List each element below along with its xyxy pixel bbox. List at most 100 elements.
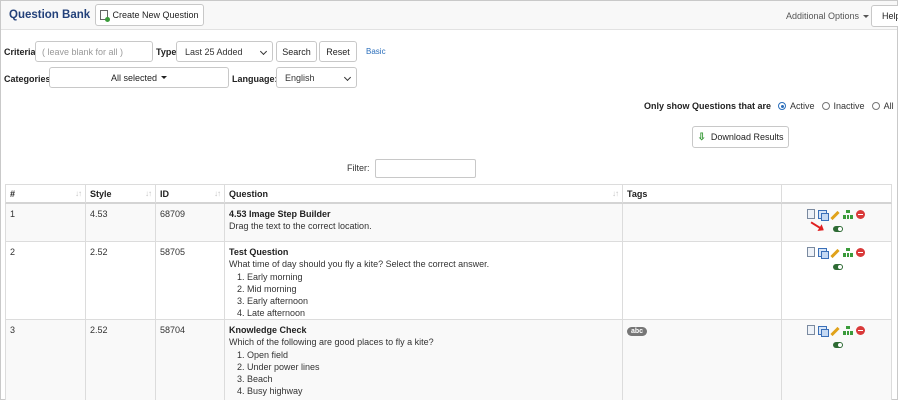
top-bar: Question Bank Create New Question Additi… [1, 1, 898, 30]
cell-question: Knowledge Check Which of the following a… [225, 320, 623, 400]
search-button[interactable]: Search [276, 41, 317, 62]
radio-active-label[interactable]: Active [790, 101, 815, 111]
hierarchy-icon[interactable] [843, 325, 853, 335]
answer-item: Late afternoon [247, 307, 622, 319]
question-title[interactable]: Knowledge Check [229, 325, 622, 335]
additional-options-menu[interactable]: Additional Options [786, 11, 870, 21]
edit-pencil-icon[interactable] [830, 326, 840, 337]
answer-item: Under power lines [247, 361, 622, 373]
answer-item: Beach [247, 373, 622, 385]
column-header-actions [782, 185, 892, 203]
cell-id: 58705 [156, 242, 225, 319]
criteria-label: Criteria [4, 47, 36, 57]
column-header-id[interactable]: ID ↓↑ [156, 185, 225, 203]
cell-id: 58704 [156, 320, 225, 400]
active-toggle[interactable] [833, 264, 843, 270]
answer-list: Open field Under power lines Beach Busy … [229, 349, 622, 397]
active-toggle[interactable] [833, 226, 843, 232]
sort-icon: ↓↑ [612, 189, 619, 198]
column-header-number[interactable]: # ↓↑ [6, 185, 86, 203]
column-number-label: # [10, 189, 16, 199]
cell-tags [623, 242, 782, 319]
answer-item: Mid morning [247, 283, 622, 295]
filter-label: Filter: [347, 163, 370, 173]
status-filter-label: Only show Questions that are [644, 101, 772, 111]
cell-style: 2.52 [86, 242, 156, 319]
new-document-icon [100, 10, 111, 22]
hierarchy-icon[interactable] [843, 209, 853, 219]
criteria-input[interactable]: ( leave blank for all ) [35, 41, 153, 62]
cell-actions [782, 320, 892, 400]
chevron-down-icon [343, 73, 352, 82]
column-header-style[interactable]: Style ↓↑ [86, 185, 156, 203]
radio-active[interactable] [778, 102, 787, 110]
cell-tags: abc [623, 320, 782, 400]
copy-icon[interactable] [818, 247, 829, 259]
type-label: Type [156, 47, 177, 57]
radio-all[interactable] [871, 102, 880, 110]
page-title: Question Bank [9, 9, 91, 21]
sort-icon: ↓↑ [75, 189, 82, 198]
type-select[interactable]: Last 25 Added [176, 41, 273, 62]
reset-button[interactable]: Reset [319, 41, 357, 62]
column-header-question[interactable]: Question ↓↑ [225, 185, 623, 203]
radio-inactive[interactable] [821, 102, 830, 110]
column-tags-label: Tags [627, 189, 648, 199]
chevron-down-icon [259, 47, 268, 56]
cell-style: 2.52 [86, 320, 156, 400]
row-actions [807, 247, 877, 270]
sort-icon: ↓↑ [214, 189, 221, 198]
radio-inactive-label[interactable]: Inactive [834, 101, 865, 111]
caret-down-icon [161, 76, 168, 79]
filter-input[interactable] [375, 159, 476, 178]
question-title[interactable]: 4.53 Image Step Builder [229, 209, 622, 219]
hierarchy-icon[interactable] [843, 247, 853, 257]
question-text: Which of the following are good places t… [229, 337, 434, 347]
download-results-button[interactable]: ⇩ Download Results [692, 126, 789, 148]
cell-style: 4.53 [86, 204, 156, 241]
table-row: 3 2.52 58704 Knowledge Check Which of th… [5, 320, 892, 400]
copy-icon[interactable] [818, 209, 829, 221]
column-id-label: ID [160, 189, 169, 199]
question-text: Drag the text to the correct location. [229, 221, 372, 231]
cell-actions [782, 204, 892, 241]
preview-icon[interactable] [807, 247, 815, 257]
table-row: 1 4.53 68709 4.53 Image Step Builder Dra… [5, 204, 892, 242]
download-arrow-icon: ⇩ [697, 131, 706, 143]
copy-icon[interactable] [818, 325, 829, 337]
question-text: What time of day should you fly a kite? … [229, 259, 490, 269]
create-new-question-button[interactable]: Create New Question [95, 4, 204, 26]
cell-number: 1 [6, 204, 86, 241]
answer-item: Busy highway [247, 385, 622, 397]
radio-all-label[interactable]: All [884, 101, 894, 111]
edit-pencil-icon[interactable] [830, 210, 840, 221]
language-select-value: English [285, 72, 315, 83]
active-toggle[interactable] [833, 342, 843, 348]
delete-icon[interactable] [856, 247, 865, 257]
preview-icon[interactable] [807, 209, 815, 219]
status-filter: Only show Questions that are Active Inac… [644, 101, 894, 111]
language-label: Language: [232, 74, 278, 84]
table-row: 2 2.52 58705 Test Question What time of … [5, 242, 892, 320]
basic-link[interactable]: Basic [366, 47, 386, 56]
row-actions [807, 325, 877, 348]
cell-question: Test Question What time of day should yo… [225, 242, 623, 319]
help-button[interactable]: Help [871, 5, 898, 27]
sort-icon: ↓↑ [145, 189, 152, 198]
edit-pencil-icon[interactable] [830, 248, 840, 259]
column-question-label: Question [229, 189, 269, 199]
categories-value: All selected [110, 72, 158, 83]
type-select-value: Last 25 Added [185, 46, 243, 57]
language-select[interactable]: English [276, 67, 357, 88]
cell-tags [623, 204, 782, 241]
answer-item: Early afternoon [247, 295, 622, 307]
question-title[interactable]: Test Question [229, 247, 622, 257]
preview-icon[interactable] [807, 325, 815, 335]
cell-id: 68709 [156, 204, 225, 241]
tag-badge[interactable]: abc [627, 327, 648, 336]
delete-icon[interactable] [856, 209, 865, 219]
additional-options-label: Additional Options [786, 11, 860, 21]
delete-icon[interactable] [856, 325, 865, 335]
categories-dropdown[interactable]: All selected [49, 67, 229, 88]
create-new-question-label: Create New Question [112, 10, 199, 20]
